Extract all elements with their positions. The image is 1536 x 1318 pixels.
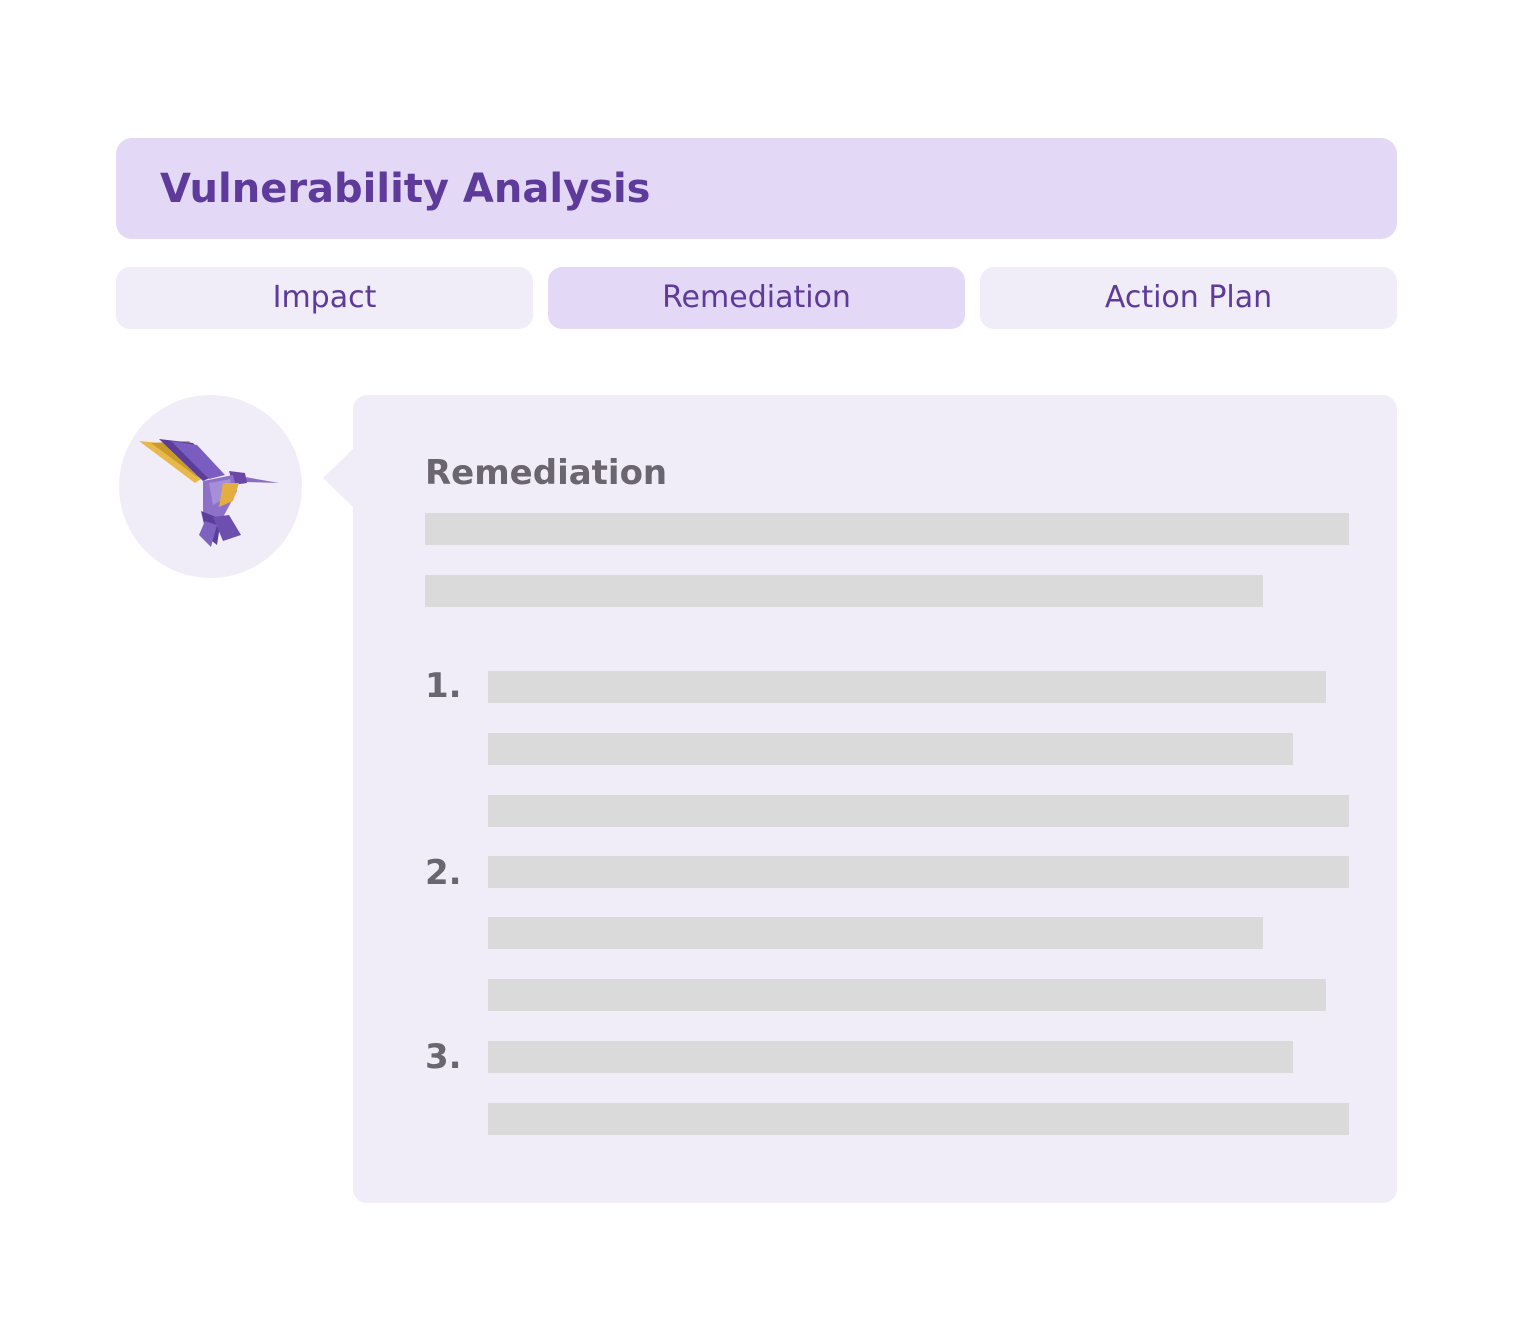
assistant-avatar — [119, 395, 302, 578]
text-placeholder-line — [488, 1103, 1349, 1135]
response-card: Remediation 1. 2. 3. — [353, 395, 1397, 1203]
hummingbird-icon — [139, 439, 279, 547]
text-placeholder-line — [425, 513, 1349, 545]
text-placeholder-line — [488, 856, 1349, 888]
text-placeholder-line — [488, 1041, 1293, 1073]
text-placeholder-line — [488, 917, 1263, 949]
text-placeholder-line — [425, 575, 1263, 607]
page-title: Vulnerability Analysis — [160, 166, 651, 212]
text-placeholder-line — [488, 979, 1326, 1011]
text-placeholder-line — [488, 733, 1293, 765]
page-header: Vulnerability Analysis — [116, 138, 1397, 239]
response-heading: Remediation — [425, 453, 668, 493]
text-placeholder-line — [488, 671, 1326, 703]
list-marker-2: 2. — [425, 853, 462, 893]
bubble-pointer — [323, 448, 354, 508]
tab-remediation[interactable]: Remediation — [548, 267, 965, 329]
tab-action-plan[interactable]: Action Plan — [980, 267, 1397, 329]
list-marker-3: 3. — [425, 1037, 462, 1077]
text-placeholder-line — [488, 795, 1349, 827]
tab-impact[interactable]: Impact — [116, 267, 533, 329]
list-marker-1: 1. — [425, 666, 462, 706]
